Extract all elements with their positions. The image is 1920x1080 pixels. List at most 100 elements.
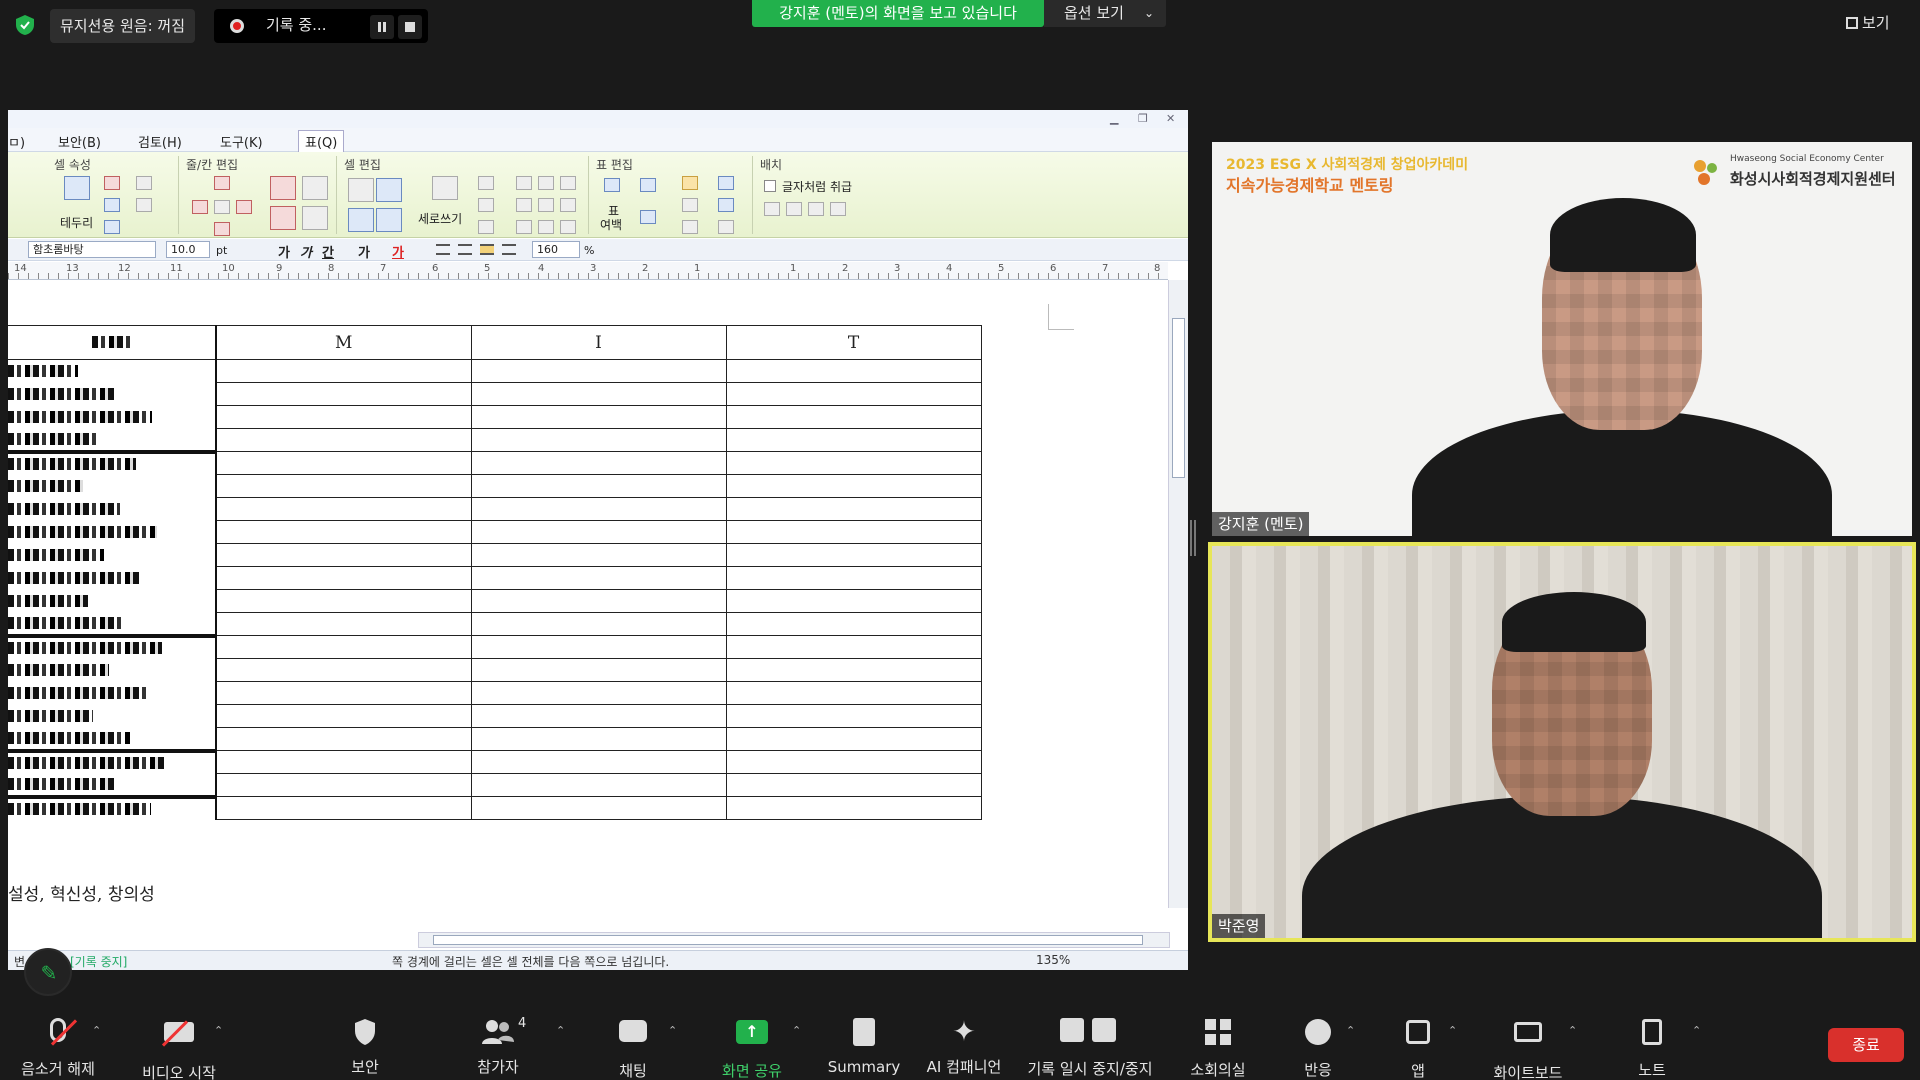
wrap-top-bottom-icon[interactable]: [786, 202, 802, 216]
table-cell[interactable]: [725, 589, 982, 613]
mit-table[interactable]: M I T: [8, 325, 982, 820]
table-cell[interactable]: [470, 589, 727, 613]
align-bottom-center-icon[interactable]: [538, 220, 554, 234]
notes-caret-icon[interactable]: ⌃: [1692, 1024, 1701, 1037]
wrap-front-icon[interactable]: [830, 202, 846, 216]
table-cell[interactable]: [215, 750, 472, 774]
table-cell[interactable]: [470, 773, 727, 797]
table-cell[interactable]: [470, 727, 727, 751]
notes-button[interactable]: 노트: [1632, 1016, 1672, 1080]
shared-screen-hwp-window[interactable]: ▁ ❐ ✕ ㅁ) 보안(B) 검토(H) 도구(K) 표(Q) 셀 속성 테두리…: [8, 110, 1188, 970]
insert-cell-icon[interactable]: [214, 200, 230, 214]
apps-button[interactable]: 앱: [1400, 1016, 1436, 1080]
split-icon[interactable]: [270, 206, 296, 230]
reactions-button[interactable]: 반응: [1300, 1016, 1336, 1080]
apps-caret-icon[interactable]: ⌃: [1448, 1024, 1457, 1037]
table-cell[interactable]: [215, 612, 472, 636]
table-label-cell[interactable]: [8, 543, 217, 567]
align-top-icon[interactable]: [516, 176, 532, 190]
font-size-input[interactable]: 10.0: [166, 241, 210, 258]
line-spacing-input[interactable]: 160: [532, 241, 580, 258]
table-cell[interactable]: [725, 520, 982, 544]
horizontal-ruler[interactable]: 14 13 12 11 10 9 8 7 6 5 4 3 2 1 1 2 3 4…: [8, 262, 1168, 280]
align-left-icon[interactable]: [458, 244, 472, 255]
table-cell[interactable]: [215, 497, 472, 521]
table-cell[interactable]: [725, 405, 982, 429]
table-cell[interactable]: [215, 727, 472, 751]
security-button[interactable]: 보안: [340, 1016, 390, 1077]
table-cell[interactable]: [470, 474, 727, 498]
align-top-right-icon[interactable]: [560, 176, 576, 190]
table-cell[interactable]: [725, 382, 982, 406]
fill-icon[interactable]: [104, 198, 120, 212]
whiteboard-button[interactable]: 화이트보드: [1488, 1016, 1568, 1080]
align-bottom-left-icon[interactable]: [478, 220, 494, 234]
table-cell[interactable]: [725, 612, 982, 636]
table-label-cell[interactable]: [8, 727, 217, 753]
table-cell[interactable]: [725, 727, 982, 751]
unmute-button[interactable]: 음소거 해제: [18, 1016, 98, 1079]
row-height-icon[interactable]: [640, 178, 656, 192]
table-label-cell[interactable]: [8, 566, 217, 590]
whiteboard-caret-icon[interactable]: ⌃: [1568, 1024, 1577, 1037]
video-options-caret-icon[interactable]: ⌃: [214, 1024, 223, 1037]
insert-row-below-icon[interactable]: [214, 222, 230, 236]
table-label-cell[interactable]: [8, 658, 217, 682]
menu-item-review[interactable]: 검토(H): [138, 132, 182, 151]
cell-equal-icon[interactable]: [348, 208, 374, 232]
strike-button[interactable]: 가: [358, 242, 370, 261]
table-cell[interactable]: [215, 359, 472, 383]
table-cell[interactable]: [215, 474, 472, 498]
font-color-button[interactable]: 가: [392, 242, 404, 261]
audio-options-caret-icon[interactable]: ⌃: [92, 1024, 101, 1037]
share-screen-button[interactable]: ↑ 화면 공유: [714, 1016, 790, 1080]
close-icon[interactable]: ✕: [1166, 112, 1175, 125]
participants-caret-icon[interactable]: ⌃: [556, 1024, 565, 1037]
menu-item-table[interactable]: 표(Q): [298, 130, 345, 152]
align-bottom-right-icon[interactable]: [560, 220, 576, 234]
video-tile-mentor[interactable]: 2023 ESG X 사회적경제 창업아카데미 지속가능경제학교 멘토링 Hwa…: [1212, 142, 1912, 536]
table-cell[interactable]: [215, 382, 472, 406]
table-cell[interactable]: [470, 612, 727, 636]
table-cell[interactable]: [215, 589, 472, 613]
ai-companion-button[interactable]: ✦ AI 컴패니언: [922, 1016, 1006, 1077]
participants-button[interactable]: 4 참가자: [470, 1016, 526, 1077]
vertical-text-icon[interactable]: [432, 176, 458, 200]
wrap-square-icon[interactable]: [764, 202, 780, 216]
table-cell[interactable]: [215, 704, 472, 728]
chat-caret-icon[interactable]: ⌃: [668, 1024, 677, 1037]
pause-recording-button[interactable]: [370, 15, 394, 39]
align-middle-left-icon[interactable]: [478, 198, 494, 212]
table-cell[interactable]: [215, 658, 472, 682]
table-cell[interactable]: [215, 428, 472, 452]
table-cell[interactable]: [725, 543, 982, 567]
formula-icon[interactable]: [682, 176, 698, 190]
table-cell[interactable]: [215, 635, 472, 659]
insert-col-left-icon[interactable]: [192, 200, 208, 214]
table-cell[interactable]: [470, 451, 727, 475]
chat-button[interactable]: 채팅: [610, 1016, 656, 1080]
table-cell[interactable]: [725, 474, 982, 498]
start-video-button[interactable]: 비디오 시작: [134, 1016, 224, 1080]
end-meeting-button[interactable]: 종료: [1828, 1028, 1904, 1062]
table-label-cell[interactable]: [8, 750, 217, 774]
menu-item-security[interactable]: 보안(B): [58, 132, 101, 151]
table-cell[interactable]: [470, 543, 727, 567]
delete-col-icon[interactable]: [302, 176, 328, 200]
table-label-cell[interactable]: [8, 382, 217, 406]
table-cell[interactable]: [215, 796, 472, 820]
table-check-icon[interactable]: [718, 220, 734, 234]
table-cell[interactable]: [725, 704, 982, 728]
table-cell[interactable]: [725, 428, 982, 452]
table-label-cell[interactable]: [8, 681, 217, 705]
vertical-scrollbar[interactable]: [1168, 280, 1188, 908]
scrollbar-thumb[interactable]: [433, 935, 1143, 945]
align-center-icon[interactable]: [480, 244, 494, 255]
table-label-cell[interactable]: [8, 359, 217, 383]
cell-block-icon[interactable]: [348, 178, 374, 202]
cell-divide-icon[interactable]: [376, 178, 402, 202]
zoom-level[interactable]: 135%: [1036, 953, 1070, 967]
line-style-icon[interactable]: [136, 176, 152, 190]
panel-resize-handle[interactable]: [1190, 520, 1196, 556]
align-mid-right-icon[interactable]: [560, 198, 576, 212]
